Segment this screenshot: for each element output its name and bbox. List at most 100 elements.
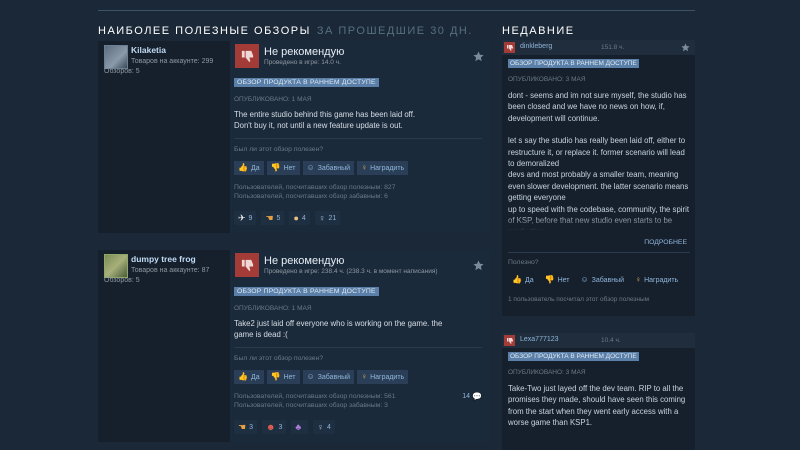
thumbs-down-icon: [504, 42, 515, 53]
award-item[interactable]: ☚ 3: [234, 420, 257, 434]
review-card: dumpy tree frog Товаров на аккаунте: 87 …: [98, 250, 490, 442]
avatar[interactable]: [104, 45, 128, 69]
vote-no-button[interactable]: 👎 Нет: [266, 370, 300, 384]
award-button[interactable]: ♀ Наградить: [631, 273, 682, 287]
comments-link[interactable]: 14 💬: [462, 392, 482, 401]
award-item[interactable]: ☻ 3: [261, 420, 287, 434]
award-count: 3: [249, 423, 253, 431]
vote-yes-button[interactable]: 👍 Да: [234, 370, 264, 384]
author-reviews[interactable]: Обзоров: 5: [104, 68, 140, 75]
recent-author-name[interactable]: Lexa777123: [520, 336, 559, 343]
review-author: dumpy tree frog Товаров на аккаунте: 87 …: [98, 250, 230, 442]
award-label: Наградить: [370, 373, 405, 381]
divider: [508, 252, 690, 253]
divider: [234, 347, 482, 348]
vote-funny-button[interactable]: ☺ Забавный: [302, 370, 355, 384]
early-access-badge: ОБЗОР ПРОДУКТА В РАННЕМ ДОСТУПЕ: [234, 78, 379, 87]
vote-no-button[interactable]: 👎 Нет: [541, 273, 574, 287]
helpful-question: Был ли этот обзор полезен?: [234, 146, 324, 153]
thumbs-up-icon: 👍: [238, 163, 248, 172]
star-icon[interactable]: [473, 260, 484, 271]
helpful-count: Пользователей, посчитавших обзор полезны…: [234, 184, 396, 191]
vote-yes-label: Да: [250, 373, 260, 381]
vote-funny-button[interactable]: ☺ Забавный: [302, 161, 355, 175]
awards-row: ✈ 9 ☚ 5 ● 4 ♀ 21: [234, 211, 341, 225]
award-count: 3: [278, 423, 283, 431]
award-count: 5: [276, 214, 281, 222]
read-more-link[interactable]: ПОДРОБНЕЕ: [644, 239, 687, 246]
recent-review-text: Take-Two just layed off the dev team. RI…: [508, 383, 693, 443]
review-card: Kilaketia Товаров на аккаунте: 299 Обзор…: [98, 41, 490, 233]
author-name[interactable]: dumpy tree frog: [131, 254, 196, 264]
review-paragraph: devs and most probably a smaller team, m…: [508, 170, 689, 203]
award-count: 21: [328, 214, 337, 222]
vote-funny-button[interactable]: ☺ Забавный: [577, 273, 629, 287]
section-title: НАИБОЛЕЕ ПОЛЕЗНЫЕ ОБЗОРЫ: [98, 25, 311, 37]
vote-yes-label: Да: [524, 276, 534, 284]
funny-count: Пользователей, посчитавших обзор забавны…: [234, 193, 388, 200]
comment-count: 14: [462, 393, 471, 400]
recent-review-header: dinkleberg 151.8 ч.: [502, 40, 695, 55]
review-content: Не рекомендую Проведено в игре: 14.0 ч. …: [230, 41, 490, 233]
award-item[interactable]: ☚ 5: [261, 211, 285, 225]
author-name[interactable]: Kilaketia: [131, 45, 166, 55]
award-icon: ♀: [361, 372, 368, 381]
recent-review-header: Lexa777123 10.4 ч.: [502, 333, 695, 348]
purple-award-icon: ♣: [295, 421, 302, 432]
clown-award-icon: ☻: [265, 421, 276, 432]
top-divider: [98, 10, 695, 11]
recent-playtime: 151.8 ч.: [601, 44, 625, 51]
star-icon[interactable]: [681, 43, 690, 52]
vote-funny-label: Забавный: [317, 373, 351, 381]
award-button[interactable]: ♀ Наградить: [357, 370, 409, 384]
winged-award-icon: ✈: [238, 212, 246, 223]
thumbs-down-icon[interactable]: [235, 253, 259, 277]
recent-review-card: Lexa777123 10.4 ч. ОБЗОР ПРОДУКТА В РАНН…: [502, 333, 695, 450]
review-paragraph: Take-Two just layed off the dev team. RI…: [508, 384, 686, 428]
vote-buttons: 👍 Да 👎 Нет ☺ Забавный ♀ Наградить: [234, 370, 409, 384]
vote-no-label: Нет: [283, 164, 296, 172]
award-item[interactable]: ● 4: [289, 211, 310, 225]
review-text: Take2 just laid off everyone who is work…: [234, 318, 484, 340]
text-fade: [502, 214, 695, 232]
helpful-question: Полезно?: [508, 259, 539, 266]
star-icon[interactable]: [473, 51, 484, 62]
review-text-line: Take2 just laid off everyone who is work…: [234, 319, 443, 328]
award-item[interactable]: ✈ 9: [234, 211, 257, 225]
award-item[interactable]: ♀ 21: [314, 211, 341, 225]
recent-review-text: dont - seems and im not sure myself, the…: [508, 90, 693, 230]
award-label: Наградить: [644, 276, 679, 284]
verdict-title[interactable]: Не рекомендую: [264, 46, 344, 58]
vote-yes-button[interactable]: 👍 Да: [508, 273, 538, 287]
thumbs-up-icon: 👍: [512, 275, 522, 284]
hand-award-icon: ☚: [265, 212, 274, 223]
author-products[interactable]: Товаров на аккаунте: 299: [131, 58, 213, 65]
thumbs-down-icon: 👎: [270, 163, 281, 172]
award-item[interactable]: ♀ 4: [313, 420, 335, 434]
most-helpful-heading: НАИБОЛЕЕ ПОЛЕЗНЫЕ ОБЗОРЫ ЗА ПРОШЕДШИЕ 30 …: [98, 25, 473, 37]
recent-author-name[interactable]: dinkleberg: [520, 43, 552, 50]
vote-no-label: Нет: [557, 276, 570, 284]
ribbon-award-icon: ♀: [317, 421, 325, 432]
posted-date: ОПУБЛИКОВАНО: 1 МАЯ: [234, 305, 312, 312]
early-access-badge: ОБЗОР ПРОДУКТА В РАННЕМ ДОСТУПЕ: [508, 352, 639, 361]
review-text: The entire studio behind this game has b…: [234, 109, 484, 131]
review-paragraph: dont - seems and im not sure myself, the…: [508, 91, 687, 123]
award-label: Наградить: [370, 164, 405, 172]
author-products[interactable]: Товаров на аккаунте: 87: [131, 267, 209, 274]
review-author: Kilaketia Товаров на аккаунте: 299 Обзор…: [98, 41, 230, 233]
verdict-title[interactable]: Не рекомендую: [264, 255, 344, 267]
vote-no-button[interactable]: 👎 Нет: [266, 161, 300, 175]
vote-funny-label: Забавный: [317, 164, 351, 172]
posted-date: ОПУБЛИКОВАНО: 3 МАЯ: [508, 369, 586, 376]
vote-buttons: 👍 Да 👎 Нет ☺ Забавный ♀ Наградить: [234, 161, 409, 175]
award-button[interactable]: ♀ Наградить: [357, 161, 409, 175]
avatar[interactable]: [104, 254, 128, 278]
author-reviews[interactable]: Обзоров: 5: [104, 277, 140, 284]
vote-yes-button[interactable]: 👍 Да: [234, 161, 264, 175]
thumbs-down-icon: [504, 335, 515, 346]
award-item[interactable]: ♣: [291, 420, 309, 434]
thumbs-down-icon[interactable]: [235, 44, 259, 68]
review-content: Не рекомендую Проведено в игре: 238.4 ч.…: [230, 250, 490, 442]
